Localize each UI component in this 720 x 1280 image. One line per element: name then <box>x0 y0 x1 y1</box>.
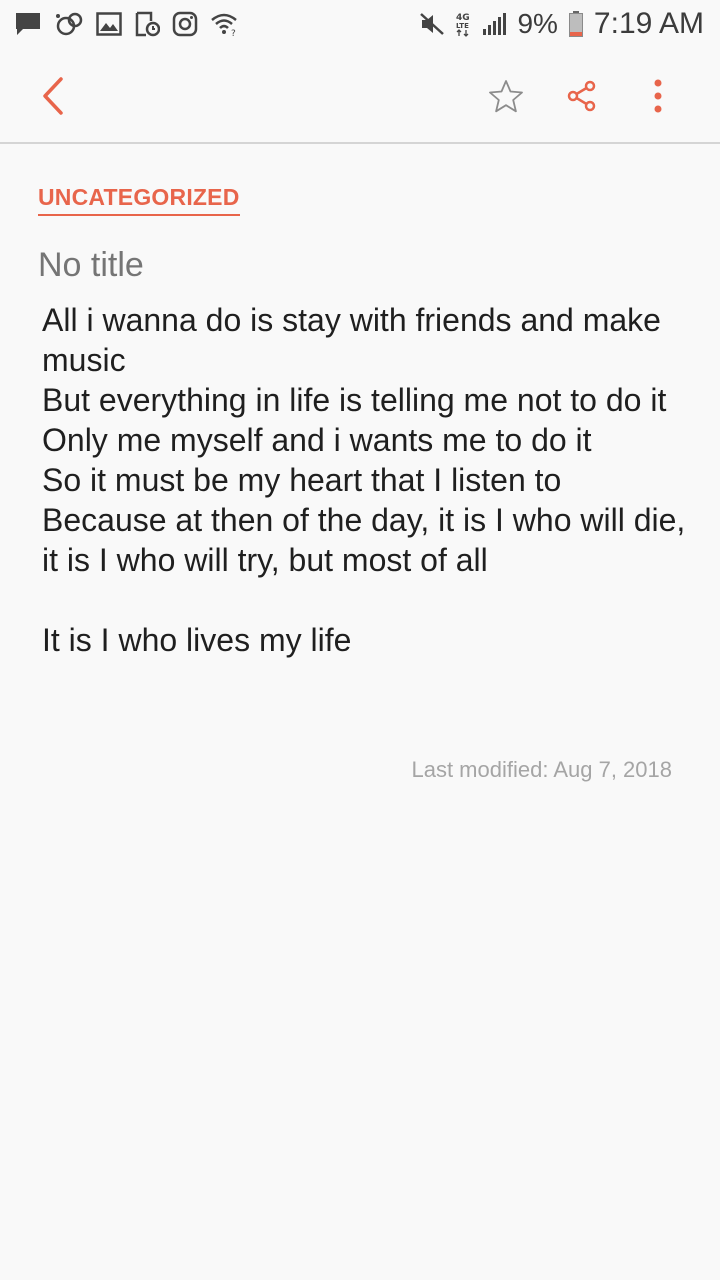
note-body[interactable]: All i wanna do is stay with friends and … <box>42 300 692 660</box>
battery-icon <box>568 11 583 37</box>
svg-text:?: ? <box>231 29 236 37</box>
favorite-button[interactable] <box>476 66 536 126</box>
more-vert-icon <box>654 79 662 113</box>
share-button[interactable] <box>552 66 612 126</box>
svg-text:LTE: LTE <box>456 22 469 30</box>
chevron-left-icon <box>43 77 63 115</box>
battery-percent: 9% <box>517 8 558 39</box>
message-icon <box>16 13 40 35</box>
status-right-icons: 4G LTE 9% 7:19 AM <box>419 7 720 41</box>
notes-screen: ? 4G LTE 9% 7:19 AM UNCATEGORIZED No tit… <box>0 0 720 1280</box>
status-left-icons: ? <box>0 11 238 37</box>
back-button[interactable] <box>22 66 82 126</box>
status-bar: ? 4G LTE 9% 7:19 AM <box>0 0 720 48</box>
screen-record-icon <box>135 11 160 37</box>
category-selector[interactable]: UNCATEGORIZED <box>38 184 240 216</box>
clock: 7:19 AM <box>593 7 704 40</box>
signal-icon <box>483 13 507 35</box>
gallery-icon <box>96 12 122 36</box>
note-toolbar <box>0 48 720 144</box>
more-options-button[interactable] <box>628 66 688 126</box>
sync-icon <box>56 12 83 36</box>
lte-icon: 4G LTE <box>456 13 470 37</box>
last-modified-label: Last modified: Aug 7, 2018 <box>411 757 672 782</box>
share-icon <box>567 80 596 112</box>
note-title-input[interactable] <box>38 246 678 285</box>
star-icon <box>489 80 523 113</box>
instagram-icon <box>172 11 198 37</box>
mute-icon <box>420 13 445 35</box>
wifi-icon: ? <box>211 13 237 37</box>
